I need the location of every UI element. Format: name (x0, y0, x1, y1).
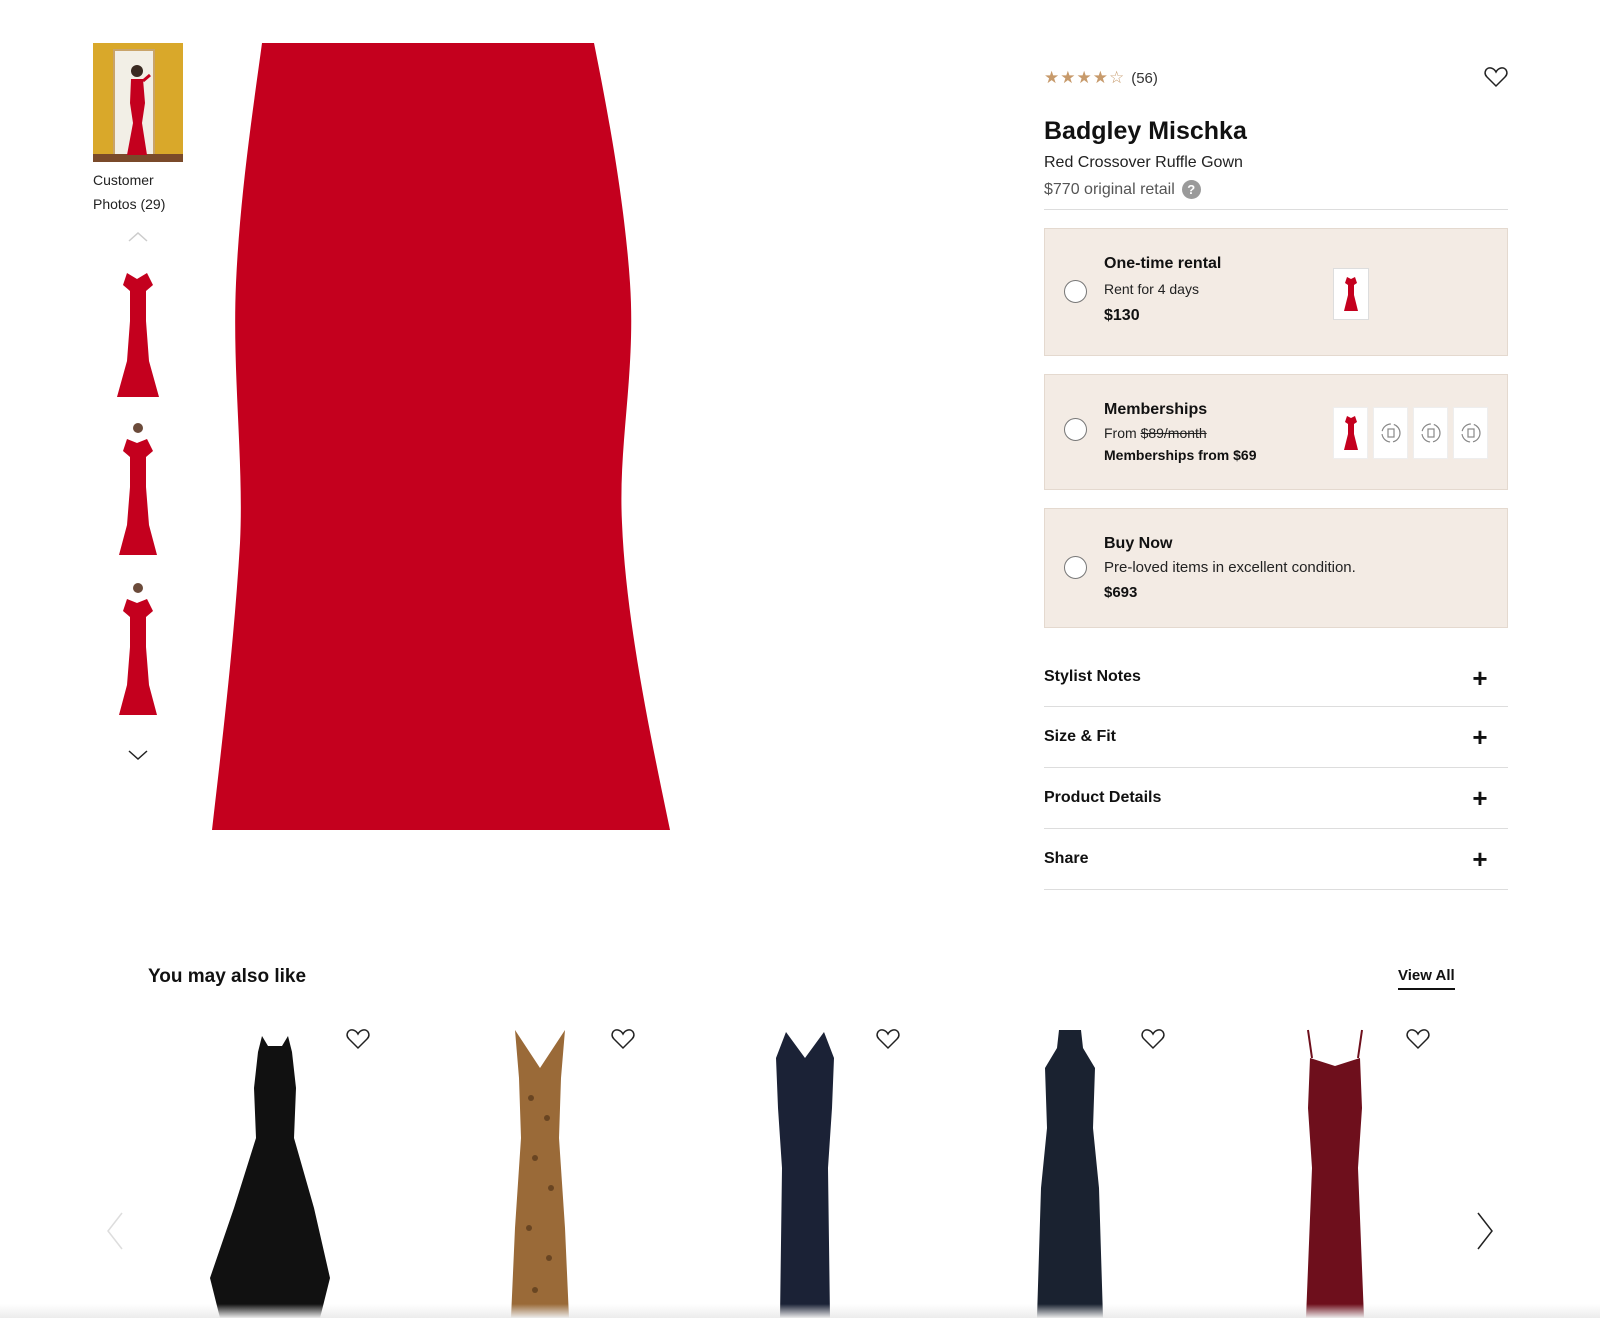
chevron-down-icon[interactable] (93, 748, 183, 766)
help-icon[interactable]: ? (1181, 180, 1201, 199)
membership-from-prefix: From (1104, 425, 1137, 441)
recommendation-card[interactable] (1220, 1020, 1430, 1318)
customer-photos-label[interactable]: Customer Photos (29) (93, 168, 183, 216)
rotating-item-icon (1373, 407, 1408, 459)
recommendation-card[interactable] (690, 1020, 900, 1318)
recommendations-carousel (160, 1020, 1460, 1318)
bottom-fade (0, 1304, 1600, 1318)
option-buy-now[interactable]: Buy Now Pre-loved items in excellent con… (1044, 508, 1508, 628)
accordion-label: Share (1044, 850, 1089, 867)
rotating-item-icon (1413, 407, 1448, 459)
dress-thumbnail-image (117, 273, 159, 397)
option-memberships[interactable]: Memberships From $89/month Memberships f… (1044, 374, 1508, 490)
recommendation-card[interactable] (955, 1020, 1165, 1318)
divider (1044, 209, 1508, 210)
recommendation-dress-image (1306, 1029, 1364, 1318)
accordion-share[interactable]: Share + (1044, 829, 1508, 890)
chevron-right-icon[interactable] (1474, 1211, 1496, 1251)
main-product-image (212, 43, 670, 830)
option-one-time-rental[interactable]: One-time rental Rent for 4 days $130 (1044, 228, 1508, 356)
recommendation-card[interactable] (160, 1020, 370, 1318)
customer-photo-person (127, 65, 151, 155)
thumbnail-gallery: Customer Photos (29) (93, 43, 183, 766)
heart-icon[interactable] (876, 1028, 900, 1050)
rotating-item-icon (1453, 407, 1488, 459)
rental-title: One-time rental (1104, 255, 1222, 272)
rental-price: $130 (1104, 307, 1140, 324)
buy-now-price: $693 (1104, 584, 1138, 601)
buy-now-title: Buy Now (1104, 535, 1173, 552)
plus-icon[interactable]: + (1468, 785, 1492, 811)
membership-thumbnails (1333, 407, 1488, 459)
accordion-size-fit[interactable]: Size & Fit + (1044, 707, 1508, 768)
chevron-left-icon[interactable] (104, 1211, 126, 1251)
heart-icon[interactable] (1484, 66, 1508, 88)
plus-icon[interactable]: + (1468, 724, 1492, 750)
accordion-stylist-notes[interactable]: Stylist Notes + (1044, 652, 1508, 707)
star-rating-icon: ★★★★☆ (1044, 68, 1126, 87)
recommendation-card[interactable] (425, 1020, 635, 1318)
buy-now-radio[interactable] (1064, 556, 1087, 579)
retail-price-row: $770 original retail ? (1044, 180, 1508, 199)
membership-from: From $89/month (1104, 425, 1257, 441)
recommendations-title: You may also like (148, 966, 307, 987)
retail-price: $770 original retail (1044, 180, 1175, 198)
membership-price: Memberships from $69 (1104, 447, 1257, 463)
product-thumbnail-model-1[interactable] (93, 416, 183, 566)
product-info-accordion: Stylist Notes + Size & Fit + Product Det… (1044, 652, 1508, 890)
dress-thumbnail-image (119, 423, 157, 555)
heart-icon[interactable] (1406, 1028, 1430, 1050)
membership-dress-thumbnail (1333, 407, 1368, 459)
review-count[interactable]: (56) (1131, 70, 1158, 87)
recommendation-dress-image (776, 1032, 834, 1318)
product-thumbnail-model-2[interactable] (93, 576, 183, 726)
product-thumbnail-front[interactable] (93, 256, 183, 406)
rental-dress-thumbnail (1333, 268, 1369, 320)
heart-icon[interactable] (1141, 1028, 1165, 1050)
rating-row: ★★★★☆ (56) (1044, 64, 1508, 92)
accordion-label: Product Details (1044, 789, 1162, 806)
plus-icon[interactable]: + (1468, 846, 1492, 872)
view-all-link[interactable]: View All (1398, 967, 1455, 990)
brand-name[interactable]: Badgley Mischka (1044, 116, 1508, 146)
membership-struck-price: $89/month (1140, 425, 1207, 441)
chevron-up-icon[interactable] (93, 230, 183, 246)
accordion-product-details[interactable]: Product Details + (1044, 768, 1508, 829)
accordion-label: Size & Fit (1044, 728, 1117, 745)
recommendation-dress-image (210, 1036, 330, 1318)
dress-thumbnail-image (119, 583, 157, 715)
product-name: Red Crossover Ruffle Gown (1044, 154, 1243, 171)
heart-icon[interactable] (611, 1028, 635, 1050)
heart-icon[interactable] (346, 1028, 370, 1050)
membership-radio[interactable] (1064, 418, 1087, 441)
plus-icon[interactable]: + (1468, 665, 1492, 691)
accordion-label: Stylist Notes (1044, 668, 1141, 685)
rental-radio[interactable] (1064, 280, 1087, 303)
membership-title: Memberships (1104, 401, 1208, 418)
buy-now-subtitle: Pre-loved items in excellent condition. (1104, 559, 1356, 576)
rental-subtitle: Rent for 4 days (1104, 281, 1199, 297)
customer-photo-thumbnail[interactable] (93, 43, 183, 162)
recommendation-dress-image (1037, 1030, 1103, 1318)
product-details-panel: ★★★★☆ (56) Badgley Mischka Red Crossover… (1044, 64, 1508, 890)
recommendation-dress-image (511, 1030, 569, 1318)
